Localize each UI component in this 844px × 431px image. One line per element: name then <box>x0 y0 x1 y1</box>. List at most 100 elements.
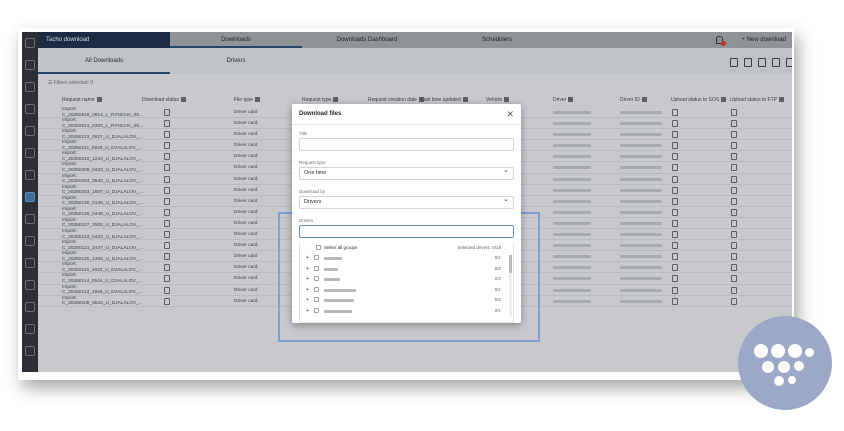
ftp-upload-icon[interactable] <box>731 175 737 183</box>
tab-downloads-dashboard[interactable]: Downloads Dashboard <box>302 32 432 48</box>
route-icon[interactable] <box>25 148 35 158</box>
driver-group-row[interactable]: +0/1 <box>300 285 513 295</box>
sos-upload-icon[interactable] <box>672 131 678 139</box>
chart-icon[interactable] <box>25 280 35 290</box>
download-icon[interactable] <box>730 58 738 67</box>
expand-icon[interactable]: + <box>306 295 309 305</box>
ftp-upload-icon[interactable] <box>731 242 737 250</box>
tab-drivers[interactable]: Drivers <box>170 48 302 74</box>
sos-upload-icon[interactable] <box>672 120 678 128</box>
ftp-upload-icon[interactable] <box>731 197 737 205</box>
ftp-upload-icon[interactable] <box>731 109 737 116</box>
pin-icon[interactable] <box>25 104 35 114</box>
col-driver[interactable]: Driver <box>553 94 574 106</box>
sos-upload-icon[interactable] <box>672 264 678 272</box>
sos-upload-icon[interactable] <box>672 275 678 283</box>
select-all-row[interactable]: Select all groups Selected drivers: 0/18 <box>300 243 513 253</box>
group-checkbox[interactable] <box>314 265 319 271</box>
download-status-icon[interactable] <box>164 109 170 116</box>
download-status-icon[interactable] <box>164 264 170 272</box>
refresh-icon[interactable] <box>758 58 766 67</box>
ftp-upload-icon[interactable] <box>731 131 737 139</box>
driver-group-row[interactable]: +0/2 <box>300 264 513 274</box>
ftp-upload-icon[interactable] <box>731 219 737 227</box>
driver-group-row[interactable]: +0/2 <box>300 295 513 305</box>
group-checkbox[interactable] <box>314 255 319 260</box>
print-icon[interactable] <box>772 58 780 67</box>
download-status-icon[interactable] <box>164 286 170 294</box>
ftp-upload-icon[interactable] <box>731 142 737 150</box>
col-upload-status-sos[interactable]: Upload status to SOS <box>671 94 727 106</box>
box-icon[interactable] <box>25 324 35 334</box>
map-icon[interactable] <box>25 82 35 92</box>
settings-icon[interactable] <box>25 346 35 356</box>
tab-schedulers[interactable]: Schedulers <box>432 32 562 48</box>
tools-icon[interactable] <box>25 170 35 180</box>
home-icon[interactable] <box>25 38 35 48</box>
download-status-icon[interactable] <box>164 275 170 283</box>
download-status-icon[interactable] <box>164 153 170 161</box>
ftp-upload-icon[interactable] <box>731 208 737 216</box>
sos-upload-icon[interactable] <box>672 142 678 150</box>
sos-upload-icon[interactable] <box>672 242 678 250</box>
layers-icon[interactable] <box>25 126 35 136</box>
globe-icon[interactable] <box>25 236 35 246</box>
dropdown-scrollbar[interactable] <box>509 255 512 317</box>
download-status-icon[interactable] <box>164 175 170 183</box>
col-download-status[interactable]: Download status <box>142 94 186 106</box>
request-type-select[interactable]: One time <box>299 165 514 180</box>
download-status-icon[interactable] <box>164 142 170 150</box>
driver-group-row[interactable]: +0/2 <box>300 274 513 284</box>
tab-tacho-download[interactable]: Tacho download <box>38 32 170 48</box>
sos-upload-icon[interactable] <box>672 186 678 194</box>
download-status-icon[interactable] <box>164 208 170 216</box>
clock-icon[interactable] <box>25 214 35 224</box>
download-status-icon[interactable] <box>164 197 170 205</box>
drivers-search-input[interactable] <box>299 225 514 238</box>
group-checkbox[interactable] <box>314 307 319 313</box>
group-checkbox[interactable] <box>314 276 319 281</box>
tab-all-downloads[interactable]: All Downloads <box>38 48 170 74</box>
sos-upload-icon[interactable] <box>672 297 678 305</box>
ftp-upload-icon[interactable] <box>731 164 737 172</box>
col-request-name[interactable]: Request name <box>62 94 102 106</box>
select-all-checkbox[interactable] <box>316 245 321 250</box>
ftp-upload-icon[interactable] <box>731 264 737 272</box>
export-icon[interactable] <box>744 58 752 67</box>
download-status-icon[interactable] <box>164 219 170 227</box>
user-icon[interactable] <box>25 60 35 70</box>
scrollbar-thumb[interactable] <box>509 255 512 273</box>
filters-indicator[interactable]: ☰ Filters selected: 0 <box>48 80 93 86</box>
ftp-upload-icon[interactable] <box>731 275 737 283</box>
driver-group-row[interactable]: +0/1 <box>300 253 513 263</box>
expand-icon[interactable]: + <box>306 274 309 284</box>
download-status-icon[interactable] <box>164 231 170 239</box>
sos-upload-icon[interactable] <box>672 175 678 183</box>
download-status-icon[interactable] <box>164 297 170 305</box>
group-checkbox[interactable] <box>314 297 319 302</box>
sos-upload-icon[interactable] <box>672 153 678 161</box>
title-input[interactable] <box>299 138 514 151</box>
download-status-icon[interactable] <box>164 120 170 128</box>
download-by-select[interactable]: Drivers <box>299 194 514 209</box>
download-status-icon[interactable] <box>164 164 170 172</box>
driver-group-row[interactable]: +0/1 <box>300 306 513 316</box>
truck-icon[interactable] <box>25 258 35 268</box>
group-checkbox[interactable] <box>314 286 319 292</box>
expand-icon[interactable]: + <box>306 253 309 263</box>
sos-upload-icon[interactable] <box>672 208 678 216</box>
delete-icon[interactable] <box>786 58 792 67</box>
expand-icon[interactable]: + <box>306 264 309 274</box>
sos-upload-icon[interactable] <box>672 253 678 261</box>
share-icon[interactable] <box>25 302 35 312</box>
col-upload-status-ftp[interactable]: Upload status to FTP <box>730 94 784 106</box>
sos-upload-icon[interactable] <box>672 164 678 172</box>
download-status-icon[interactable] <box>164 186 170 194</box>
sos-upload-icon[interactable] <box>672 231 678 239</box>
col-driver-id[interactable]: Driver ID <box>620 94 647 106</box>
sos-upload-icon[interactable] <box>672 219 678 227</box>
ftp-upload-icon[interactable] <box>731 153 737 161</box>
expand-icon[interactable]: + <box>306 285 309 295</box>
ftp-upload-icon[interactable] <box>731 253 737 261</box>
download-status-icon[interactable] <box>164 131 170 139</box>
